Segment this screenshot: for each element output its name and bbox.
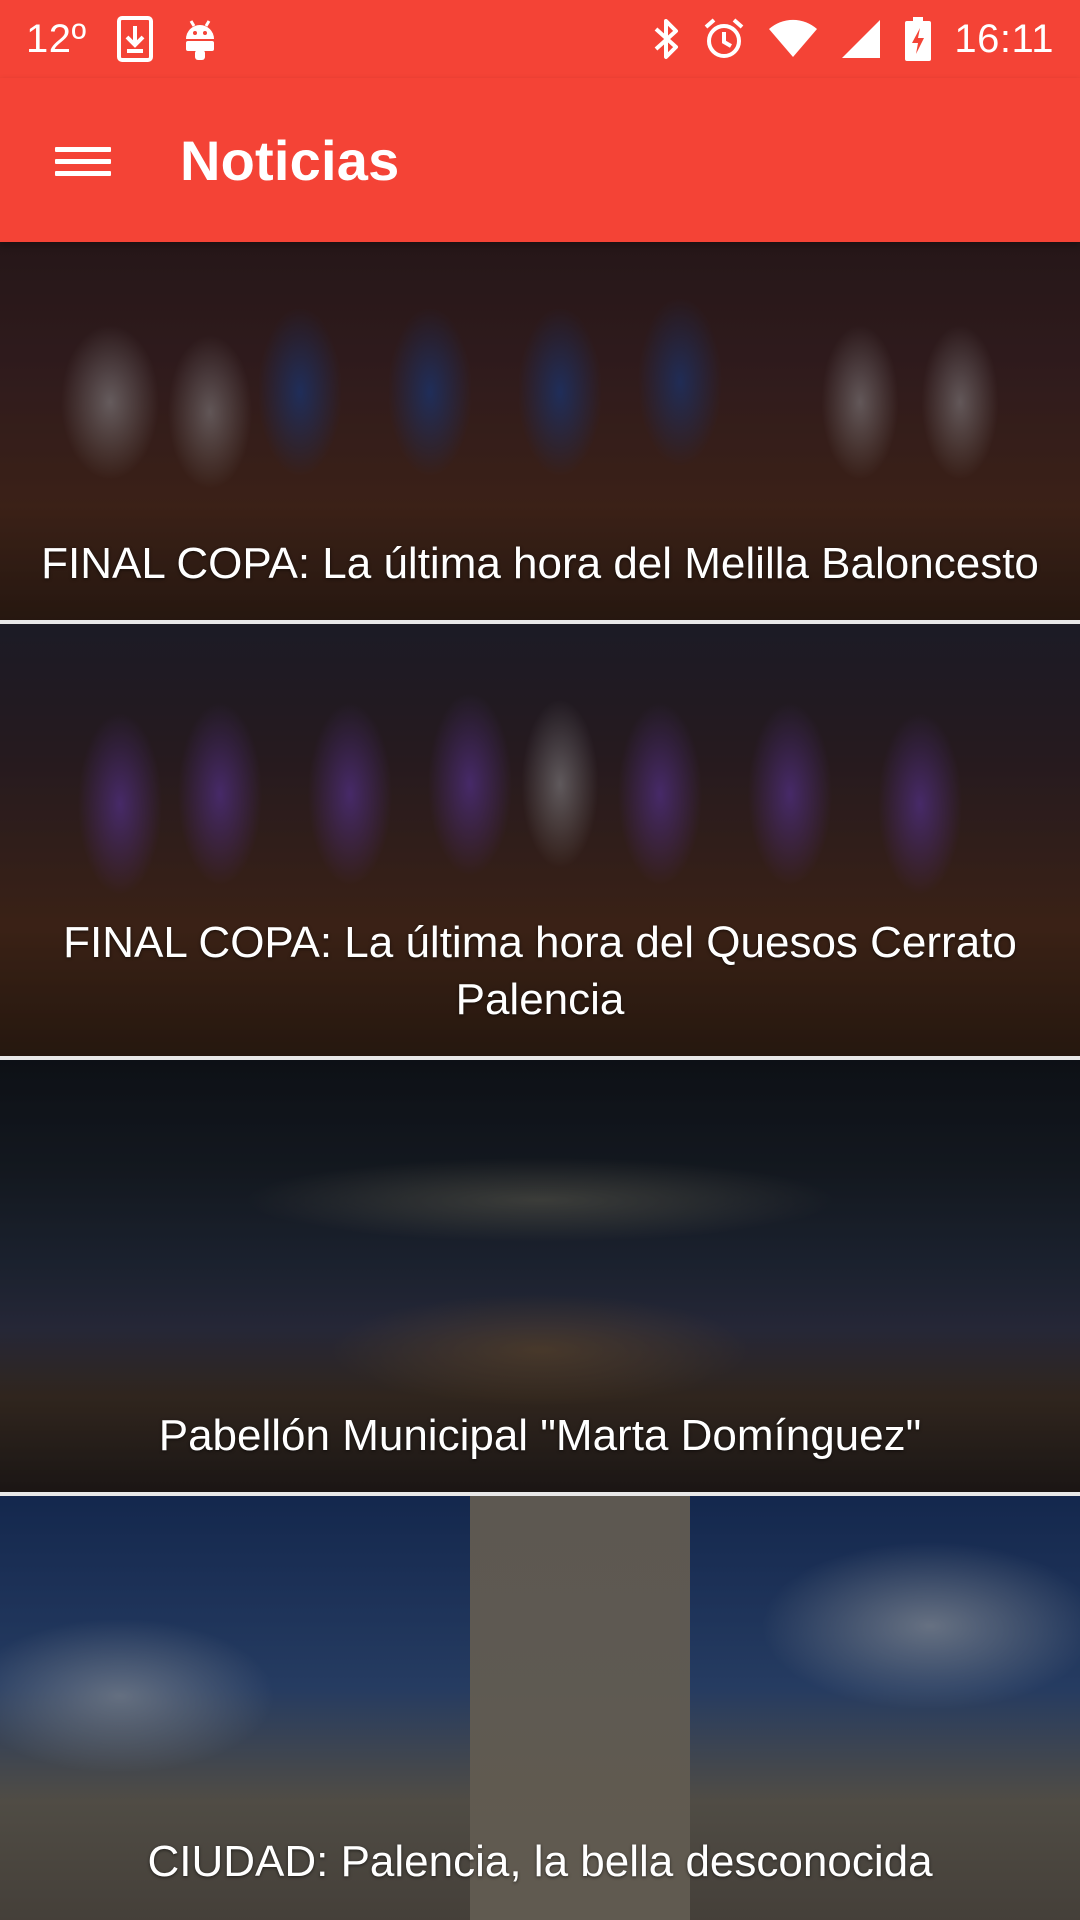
wifi-icon <box>768 19 818 59</box>
news-card-ciudad[interactable]: CIUDAD: Palencia, la bella desconocida <box>0 1496 1080 1920</box>
status-right-group: 16:11 <box>652 0 1054 78</box>
status-bar: 12º 16:11 <box>0 0 1080 78</box>
news-card-melilla[interactable]: FINAL COPA: La última hora del Melilla B… <box>0 242 1080 620</box>
status-time: 16:11 <box>954 17 1054 61</box>
download-icon <box>116 16 153 62</box>
news-card-pabellon[interactable]: Pabellón Municipal "Marta Domínguez" <box>0 1060 1080 1492</box>
hamburger-menu-icon <box>55 140 111 183</box>
news-list: FINAL COPA: La última hora del Melilla B… <box>0 242 1080 1920</box>
app-bar: Noticias <box>0 78 1080 242</box>
news-card-quesos-cerrato[interactable]: FINAL COPA: La última hora del Quesos Ce… <box>0 624 1080 1056</box>
page-title: Noticias <box>180 128 400 192</box>
bluetooth-icon <box>652 17 680 61</box>
android-icon <box>183 17 217 61</box>
signal-icon <box>840 18 882 60</box>
news-card-title: FINAL COPA: La última hora del Melilla B… <box>41 539 1039 588</box>
hamburger-menu-button[interactable] <box>40 118 126 204</box>
status-temperature: 12º <box>26 17 87 61</box>
news-card-title: FINAL COPA: La última hora del Quesos Ce… <box>63 918 1017 1024</box>
battery-charging-icon <box>904 16 932 62</box>
status-left-group: 12º <box>26 0 217 78</box>
news-card-title: Pabellón Municipal "Marta Domínguez" <box>158 1411 922 1460</box>
alarm-icon <box>702 17 746 61</box>
news-card-title: CIUDAD: Palencia, la bella desconocida <box>147 1837 933 1886</box>
